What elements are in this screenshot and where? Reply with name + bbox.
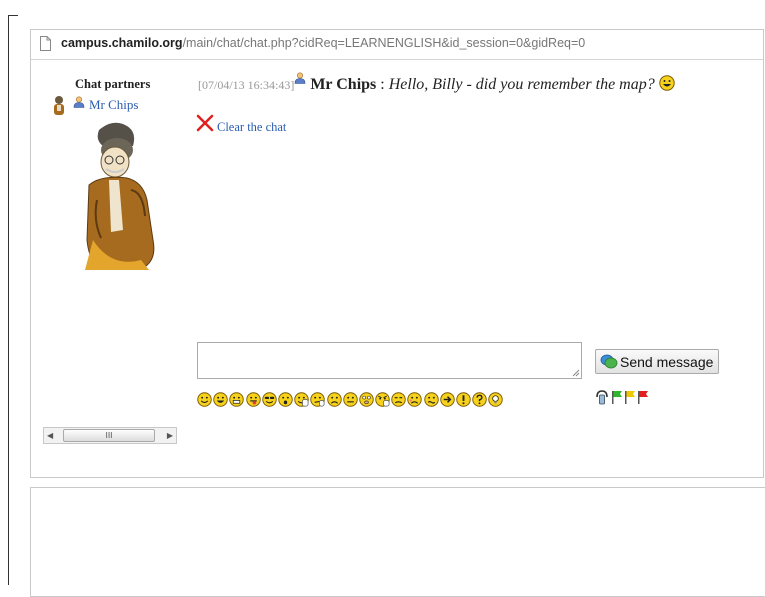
outer-frame-edge (8, 15, 18, 16)
partner-link-mr-chips[interactable]: Mr Chips (89, 97, 138, 113)
url-host: campus.chamilo.org (61, 36, 183, 50)
user-icon (73, 96, 85, 108)
emoticon-toolbar (197, 392, 505, 407)
neutral-icon[interactable] (342, 392, 358, 407)
send-message-button[interactable]: Send message (595, 349, 719, 374)
yellow-flag-icon[interactable] (624, 389, 636, 405)
scrollbar-thumb[interactable]: III (63, 429, 155, 442)
message-text: Hello, Billy - did you remember the map? (388, 76, 655, 93)
page-icon (40, 36, 51, 51)
tongue-icon[interactable] (245, 392, 261, 407)
url-text[interactable]: campus.chamilo.org/main/chat/chat.php?ci… (61, 36, 585, 50)
partner-portrait (85, 122, 155, 270)
think-icon[interactable] (310, 392, 326, 407)
partner-avatar-thumbnail[interactable] (52, 95, 66, 117)
smile-icon[interactable] (197, 392, 212, 407)
confused-icon[interactable] (423, 392, 439, 407)
lock-info-icon[interactable] (594, 389, 610, 405)
chat-window: campus.chamilo.org/main/chat/chat.php?ci… (30, 29, 764, 478)
wave-icon[interactable] (294, 392, 309, 407)
lower-frame-panel (30, 487, 765, 597)
cool-icon[interactable] (262, 392, 277, 407)
url-path: /main/chat/chat.php?cidReq=LEARNENGLISH&… (182, 36, 586, 50)
partners-horizontal-scrollbar[interactable]: ◀ III ▶ (43, 427, 177, 444)
surprised-icon[interactable] (278, 392, 293, 407)
laugh-icon[interactable] (213, 392, 228, 407)
green-flag-icon[interactable] (611, 389, 623, 405)
exclamation-icon[interactable] (456, 392, 471, 407)
angry-icon[interactable] (375, 392, 390, 407)
user-icon (295, 72, 306, 84)
message-input[interactable] (197, 342, 582, 379)
chat-partners-panel: Chat partners Mr Chips ◀ III ▶ (31, 60, 191, 478)
scroll-left-arrow-icon[interactable]: ◀ (47, 431, 53, 440)
outer-frame-edge-vertical (8, 15, 9, 585)
wink-icon[interactable] (359, 392, 374, 407)
message-timestamp: [07/04/13 16:34:43] (198, 78, 295, 92)
message-separator: : (376, 76, 389, 93)
clear-chat-label: Clear the chat (217, 120, 287, 134)
laughing-face-icon (659, 75, 675, 91)
clear-chat-link[interactable]: Clear the chat (196, 114, 287, 134)
red-flag-icon[interactable] (637, 389, 649, 405)
red-x-icon (196, 114, 214, 132)
idea-icon[interactable] (488, 392, 504, 407)
resize-grip-icon[interactable] (572, 369, 580, 377)
scroll-right-arrow-icon[interactable]: ▶ (167, 431, 173, 440)
send-message-label: Send message (620, 353, 714, 370)
message-author: Mr Chips (310, 76, 377, 93)
chat-message: [07/04/13 16:34:43] Mr Chips : Hello, Bi… (198, 72, 675, 94)
sad-icon[interactable] (326, 392, 342, 407)
chat-partners-title: Chat partners (75, 77, 151, 91)
question-icon[interactable] (472, 392, 487, 407)
grin-icon[interactable] (229, 392, 245, 407)
bored-icon[interactable] (391, 392, 406, 407)
send-chat-icon (600, 354, 618, 369)
chat-flags-toolbar (594, 389, 650, 405)
address-bar[interactable]: campus.chamilo.org/main/chat/chat.php?ci… (31, 30, 763, 60)
arrow-icon[interactable] (440, 392, 455, 407)
blush-icon[interactable] (407, 392, 423, 407)
